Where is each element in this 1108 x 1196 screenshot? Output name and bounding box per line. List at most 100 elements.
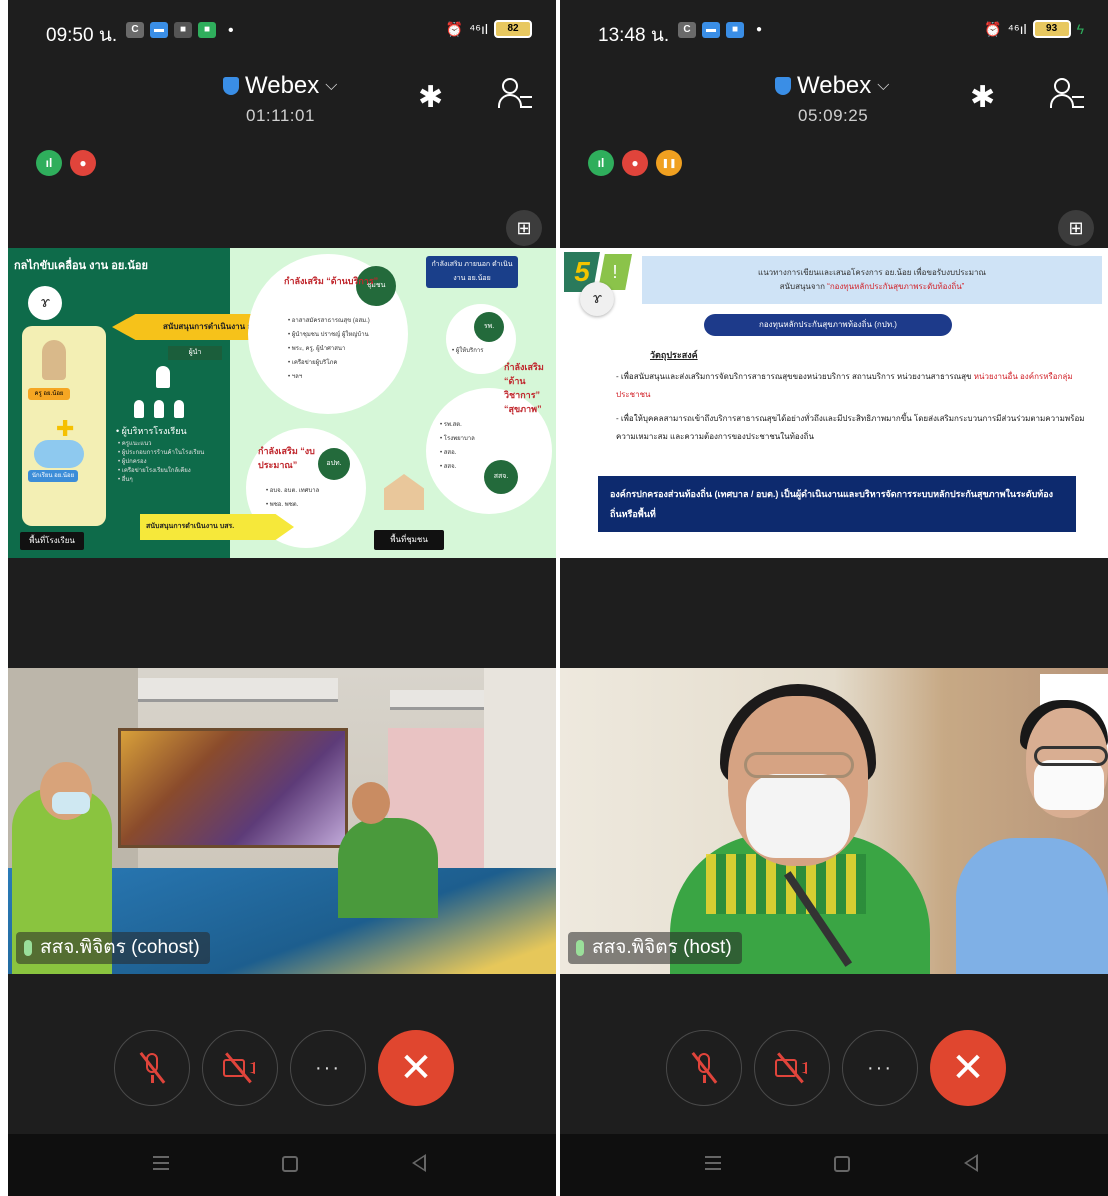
bubble-provincial-health: สสจ.	[484, 460, 518, 494]
meeting-timer: 05:09:25	[798, 106, 869, 125]
phone-screen-left: 09:50 น. C ▬ ■ ■ • ⏰ ⁴⁶ıl 82 Webex ⌵ 01:…	[8, 0, 556, 1196]
signal-icon: ⁴⁶ıl	[469, 21, 488, 37]
video-feed	[8, 668, 556, 974]
tag-school-area: พื้นที่โรงเรียน	[20, 532, 84, 550]
status-bar: 09:50 น. C ▬ ■ ■ • ⏰ ⁴⁶ıl 82	[8, 0, 556, 60]
support-budget-label: กำลังเสริม “งบประมาณ”	[258, 446, 315, 470]
slide-header: กลไกขับเคลื่อน งาน อย.น้อย	[14, 260, 148, 272]
mic-off-icon	[139, 1051, 165, 1085]
support-service-label: กำลังเสริม “ด้านบริการ”	[284, 276, 379, 286]
signal-icon: ⁴⁶ıl	[1007, 21, 1027, 37]
meeting-title-dropdown[interactable]: Webex ⌵	[775, 72, 889, 100]
status-time: 09:50 น.	[46, 25, 118, 46]
notification-dot: •	[228, 22, 234, 39]
layout-grid-icon[interactable]: ⊞	[1058, 210, 1094, 246]
video-feed	[560, 668, 1108, 974]
teacher-figure	[42, 340, 66, 380]
status-right: ⏰ ⁴⁶ıl 82	[446, 20, 532, 38]
objectives-heading: วัตถุประสงค์	[650, 350, 698, 360]
phone-screen-right: 13:48 น. C ▬ ■ ● ⏰ ⁴⁶ıl 93 ϟ Webex ⌵ 05:…	[560, 0, 1108, 1196]
home-icon[interactable]	[834, 1156, 850, 1172]
status-indicators: ıl ●	[36, 150, 96, 176]
leader-label: ผู้นำ	[168, 346, 222, 360]
alarm-icon: ⏰	[984, 20, 1002, 37]
meeting-header: Webex ⌵ 01:11:01 ✱	[8, 66, 556, 136]
app-icon-1: C	[678, 22, 696, 38]
school-label: • ผู้บริหารโรงเรียน	[116, 426, 187, 436]
layout-grid-icon[interactable]: ⊞	[506, 210, 542, 246]
slide-header: แนวทางการเขียนและเสนอโครงการ อย.น้อย เพื…	[642, 256, 1102, 304]
signal-indicator-icon: ıl	[36, 150, 62, 176]
meeting-title-dropdown[interactable]: Webex ⌵	[223, 72, 337, 100]
mic-indicator-icon: ●	[622, 150, 648, 176]
end-call-button[interactable]: ✕	[930, 1030, 1006, 1106]
fund-title-pill: กองทุนหลักประกันสุขภาพท้องถิ่น (กปท.)	[704, 314, 952, 336]
app-title: Webex	[797, 72, 872, 99]
app-icon-2: ▬	[150, 22, 168, 38]
android-nav-bar	[560, 1134, 1108, 1196]
participant-video[interactable]: สสจ.พิจิตร (cohost)	[8, 668, 556, 974]
alarm-icon: ⏰	[445, 20, 464, 37]
battery-icon: 82	[494, 20, 532, 38]
video-toggle-button[interactable]	[754, 1030, 830, 1106]
annotation-icon[interactable]: ɤ	[580, 282, 614, 316]
mute-button[interactable]	[114, 1030, 190, 1106]
bubble-hospital: รพ.	[474, 312, 504, 342]
app-title: Webex	[245, 72, 320, 99]
secure-shield-icon	[775, 77, 791, 95]
presentation-slide: กลไกขับเคลื่อน งาน อย.น้อย ɤ ครู อย.น้อย…	[8, 248, 556, 558]
more-options-button[interactable]: ···	[290, 1030, 366, 1106]
app-icon-3: ■	[174, 22, 192, 38]
external-support-tag: กำลังเสริม ภายนอก ดำเนินงาน อย.น้อย	[426, 256, 518, 288]
camera-off-icon	[775, 1052, 809, 1084]
participants-icon[interactable]	[1050, 76, 1086, 116]
org-tree-top	[156, 366, 170, 388]
back-icon[interactable]	[964, 1154, 978, 1172]
support-arrow-bottom: สนับสนุนการดำเนินงาน บสร.	[140, 514, 294, 540]
card-student-label: นักเรียน อย.น้อย	[28, 470, 78, 482]
battery-icon: 93	[1032, 20, 1071, 38]
school-list: • ครูแนะแนว • ผู้ประกอบการร้านค้าในโรงเร…	[118, 441, 205, 483]
objective-1: - เพื่อสนับสนุนและส่งเสริมการจัดบริการสา…	[616, 372, 1073, 399]
shared-content: กลไกขับเคลื่อน งาน อย.น้อย ɤ ครู อย.น้อย…	[8, 248, 556, 558]
status-bar: 13:48 น. C ▬ ■ ● ⏰ ⁴⁶ıl 93 ϟ	[560, 0, 1108, 60]
participant-name-label: สสจ.พิจิตร (host)	[568, 932, 742, 964]
recent-apps-icon[interactable]	[705, 1156, 721, 1170]
plus-icon: ✚	[56, 416, 75, 441]
students-figure	[34, 440, 84, 468]
bullet-list-1: • อาสาสมัครสาธารณสุข (อสม.) • ผู้นำชุมชน…	[288, 318, 370, 380]
charging-icon: ϟ	[1076, 21, 1084, 37]
presentation-slide: 5 ! แนวทางการเขียนและเสนอโครงการ อย.น้อย…	[560, 248, 1108, 558]
org-tree-row	[134, 400, 184, 418]
app-icon-4: ■	[198, 22, 216, 38]
mic-off-icon	[691, 1051, 717, 1085]
app-icon-2: ▬	[702, 22, 720, 38]
shared-content: 5 ! แนวทางการเขียนและเสนอโครงการ อย.น้อย…	[560, 248, 1108, 558]
status-app-icons: C ▬ ■ ●	[678, 22, 768, 38]
participants-icon[interactable]	[498, 76, 534, 116]
bullet-list-4: • รพ.สต. • โรงพยาบาล • สสอ. • สสจ.	[440, 422, 475, 470]
participant-video[interactable]: สสจ.พิจิตร (host)	[560, 668, 1108, 974]
back-icon[interactable]	[412, 1154, 426, 1172]
annotation-icon[interactable]: ɤ	[28, 286, 62, 320]
recent-apps-icon[interactable]	[153, 1156, 169, 1170]
mute-button[interactable]	[666, 1030, 742, 1106]
status-indicators: ıl ● ❚❚	[588, 150, 682, 176]
home-icon[interactable]	[282, 1156, 298, 1172]
highlight-box: องค์กรปกครองส่วนท้องถิ่น (เทศบาล / อบต.)…	[594, 476, 1076, 532]
bubble-local-gov: อปท.	[318, 448, 350, 480]
status-app-icons: C ▬ ■ ■ •	[126, 22, 234, 40]
more-options-button[interactable]: ···	[842, 1030, 918, 1106]
camera-off-icon	[223, 1052, 257, 1084]
bluetooth-icon[interactable]: ✱	[970, 80, 995, 115]
participant-name-label: สสจ.พิจิตร (cohost)	[16, 932, 210, 964]
bullet-list-2: • ผู้ให้บริการ	[452, 348, 484, 354]
signal-indicator-icon: ıl	[588, 150, 614, 176]
video-toggle-button[interactable]	[202, 1030, 278, 1106]
meeting-header: Webex ⌵ 05:09:25 ✱	[560, 66, 1108, 136]
chevron-down-icon: ⌵	[325, 77, 338, 94]
mic-indicator-icon: ●	[70, 150, 96, 176]
end-call-button[interactable]: ✕	[378, 1030, 454, 1106]
pause-indicator-icon: ❚❚	[656, 150, 682, 176]
bluetooth-icon[interactable]: ✱	[418, 80, 443, 115]
